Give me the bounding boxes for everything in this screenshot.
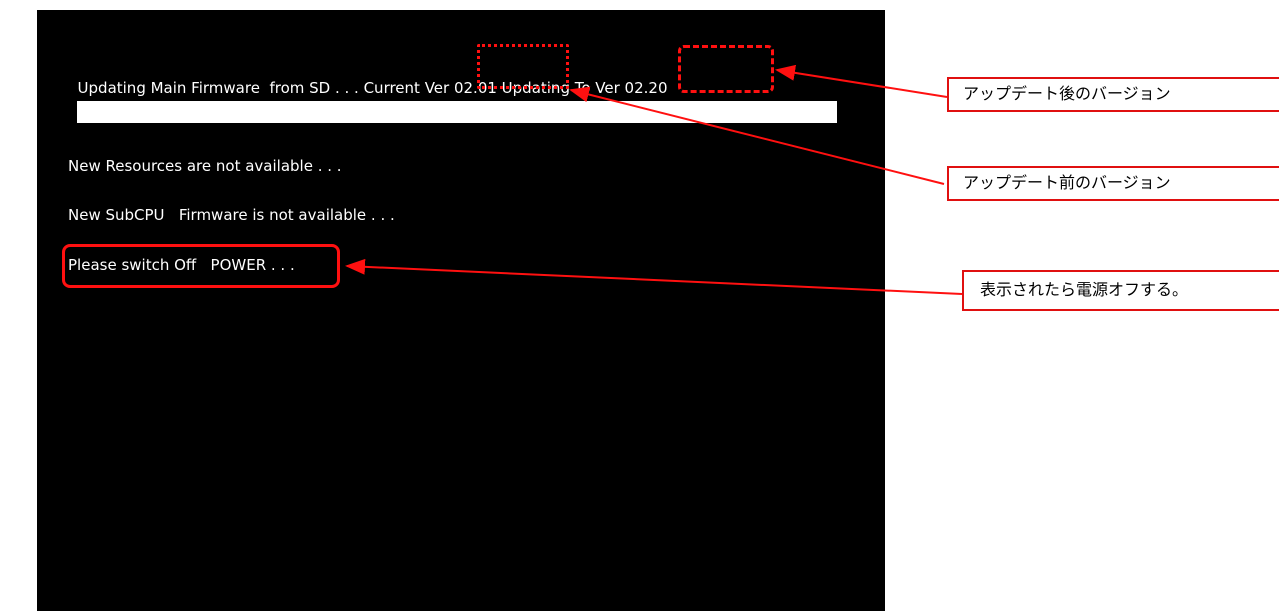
power-off-arrow (345, 258, 963, 295)
after-version-arrow (775, 64, 948, 98)
before-version-arrow (569, 86, 945, 185)
annotation-arrows (345, 64, 963, 295)
